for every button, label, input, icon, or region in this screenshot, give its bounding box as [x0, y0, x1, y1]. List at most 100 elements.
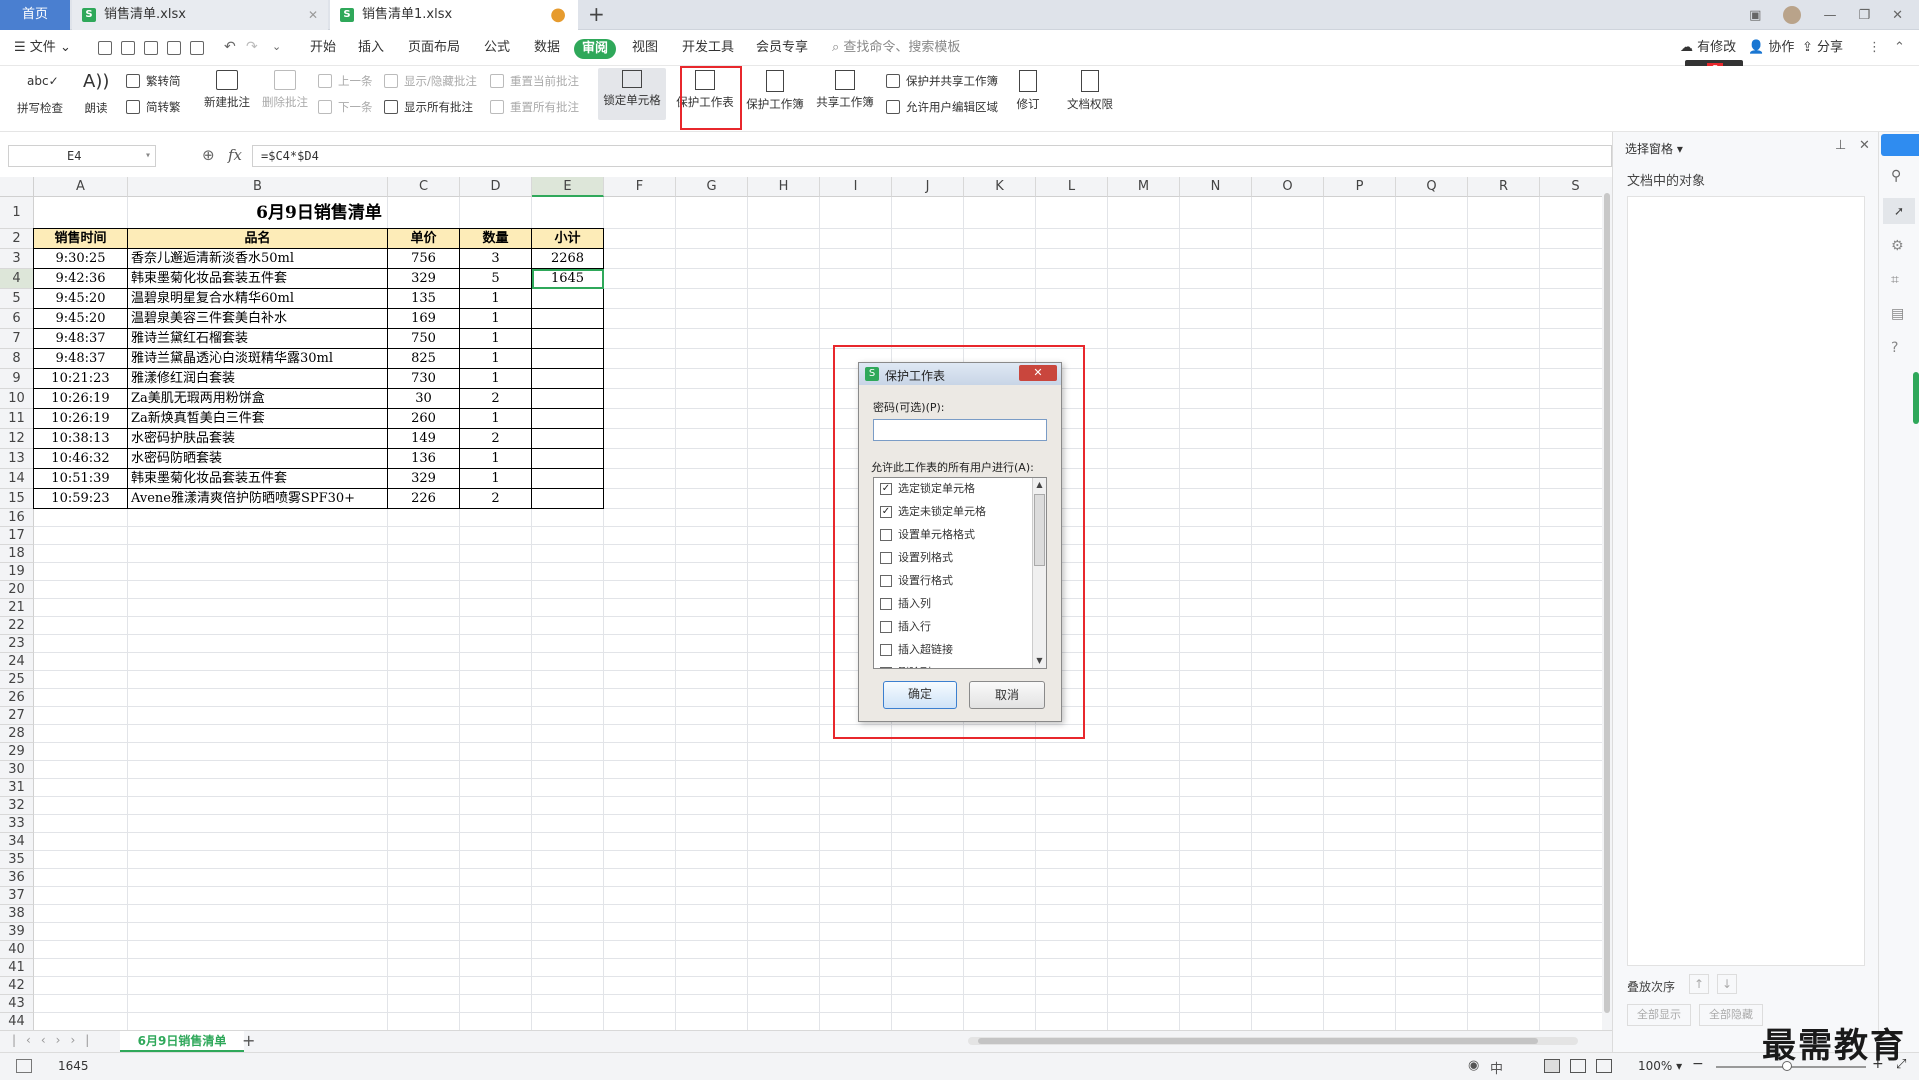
- new-comment-button[interactable]: 新建批注: [200, 70, 254, 110]
- table-cell[interactable]: 雅诗兰黛红石榴套装: [128, 329, 388, 349]
- zoom-formula-icon[interactable]: ⊕: [202, 146, 215, 164]
- column-header[interactable]: K: [964, 177, 1036, 197]
- row-header[interactable]: 39: [0, 923, 34, 941]
- table-cell[interactable]: 10:59:23: [34, 489, 128, 509]
- row-header[interactable]: 30: [0, 761, 34, 779]
- hide-all-button[interactable]: 全部隐藏: [1699, 1004, 1763, 1026]
- horizontal-scrollbar[interactable]: [968, 1037, 1578, 1045]
- move-down-icon[interactable]: ↓: [1717, 974, 1737, 994]
- print-icon[interactable]: [167, 41, 181, 55]
- table-cell[interactable]: [532, 409, 604, 429]
- column-header[interactable]: A: [34, 177, 128, 197]
- zoom-level[interactable]: 100% ▾: [1638, 1059, 1682, 1073]
- row-header[interactable]: 1: [0, 197, 34, 229]
- table-cell[interactable]: 温碧泉美容三件套美白补水: [128, 309, 388, 329]
- row-header[interactable]: 12: [0, 429, 34, 449]
- page-layout-view-icon[interactable]: [1570, 1059, 1586, 1073]
- row-header[interactable]: 40: [0, 941, 34, 959]
- column-header[interactable]: M: [1108, 177, 1180, 197]
- table-cell[interactable]: 10:51:39: [34, 469, 128, 489]
- column-header[interactable]: H: [748, 177, 820, 197]
- table-cell[interactable]: 水密码护肤品套装: [128, 429, 388, 449]
- row-header[interactable]: 41: [0, 959, 34, 977]
- row-header[interactable]: 42: [0, 977, 34, 995]
- macro-icon[interactable]: [16, 1059, 32, 1073]
- row-header[interactable]: 19: [0, 563, 34, 581]
- close-window-icon[interactable]: ✕: [1892, 8, 1903, 23]
- column-header[interactable]: S: [1540, 177, 1602, 197]
- row-header[interactable]: 14: [0, 469, 34, 489]
- row-header[interactable]: 20: [0, 581, 34, 599]
- menu-developer[interactable]: 开发工具: [682, 30, 734, 66]
- print-preview-icon[interactable]: [190, 41, 204, 55]
- selection-pane-title[interactable]: 选择窗格 ▾: [1625, 140, 1683, 157]
- column-header[interactable]: L: [1036, 177, 1108, 197]
- table-cell[interactable]: 10:46:32: [34, 449, 128, 469]
- table-cell[interactable]: [532, 429, 604, 449]
- collab-button[interactable]: 👤 协作: [1748, 30, 1794, 66]
- row-header[interactable]: 2: [0, 229, 34, 249]
- table-cell[interactable]: 9:30:25: [34, 249, 128, 269]
- menu-view[interactable]: 视图: [632, 30, 658, 66]
- settings-sliders-icon[interactable]: ⚙: [1891, 238, 1904, 254]
- table-cell[interactable]: Za美肌无瑕两用粉饼盒: [128, 389, 388, 409]
- close-pane-icon[interactable]: ✕: [1859, 138, 1870, 153]
- cloud-icon[interactable]: [1881, 134, 1919, 156]
- zoom-out-icon[interactable]: −: [1692, 1056, 1704, 1072]
- table-cell[interactable]: 10:26:19: [34, 389, 128, 409]
- input-lang-icon[interactable]: 中: [1490, 1058, 1503, 1077]
- table-cell[interactable]: 825: [388, 349, 460, 369]
- menu-insert[interactable]: 插入: [358, 30, 384, 66]
- table-cell[interactable]: 149: [388, 429, 460, 449]
- row-header[interactable]: 34: [0, 833, 34, 851]
- column-header[interactable]: O: [1252, 177, 1324, 197]
- table-cell[interactable]: 1: [460, 349, 532, 369]
- add-sheet-icon[interactable]: +: [242, 1031, 255, 1050]
- table-cell[interactable]: 2: [460, 389, 532, 409]
- column-header[interactable]: I: [820, 177, 892, 197]
- show-all-button[interactable]: 全部显示: [1627, 1004, 1691, 1026]
- row-header[interactable]: 4: [0, 269, 34, 289]
- table-cell[interactable]: 169: [388, 309, 460, 329]
- show-all-comments-button[interactable]: 显示所有批注: [384, 98, 473, 116]
- redo-icon[interactable]: ↷: [246, 39, 258, 55]
- row-header[interactable]: 28: [0, 725, 34, 743]
- table-cell[interactable]: 9:45:20: [34, 309, 128, 329]
- pointer-icon[interactable]: ➚: [1883, 198, 1915, 224]
- command-search[interactable]: ⌕ 查找命令、搜索模板: [832, 30, 960, 66]
- column-header[interactable]: Q: [1396, 177, 1468, 197]
- column-header[interactable]: C: [388, 177, 460, 197]
- table-cell[interactable]: 136: [388, 449, 460, 469]
- row-header[interactable]: 43: [0, 995, 34, 1013]
- column-header[interactable]: F: [604, 177, 676, 197]
- row-header[interactable]: 31: [0, 779, 34, 797]
- row-header[interactable]: 6: [0, 309, 34, 329]
- tab-home[interactable]: 首页: [0, 0, 70, 30]
- row-header[interactable]: 10: [0, 389, 34, 409]
- table-cell[interactable]: 雅诗兰黛晶透沁白淡斑精华露30ml: [128, 349, 388, 369]
- table-cell[interactable]: 5: [460, 269, 532, 289]
- table-cell[interactable]: 韩束墨菊化妆品套装五件套: [128, 469, 388, 489]
- link-icon[interactable]: ⚲: [1891, 168, 1901, 184]
- avatar[interactable]: [1783, 6, 1802, 24]
- table-cell[interactable]: [532, 329, 604, 349]
- row-header[interactable]: 13: [0, 449, 34, 469]
- new-tab-plus-icon[interactable]: +: [588, 2, 605, 26]
- column-header[interactable]: P: [1324, 177, 1396, 197]
- column-header[interactable]: G: [676, 177, 748, 197]
- collapse-ribbon-icon[interactable]: ⌃: [1894, 30, 1905, 66]
- row-header[interactable]: 3: [0, 249, 34, 269]
- file-menu[interactable]: ☰ 文件 ⌄: [14, 30, 71, 66]
- table-cell[interactable]: 226: [388, 489, 460, 509]
- share-workbook-button[interactable]: 共享工作簿: [812, 70, 878, 110]
- minimize-icon[interactable]: —: [1823, 8, 1836, 23]
- row-header[interactable]: 22: [0, 617, 34, 635]
- table-cell[interactable]: 260: [388, 409, 460, 429]
- menu-member[interactable]: 会员专享: [756, 30, 808, 66]
- spell-check-button[interactable]: abc✓ 拼写检查: [10, 70, 70, 116]
- row-header[interactable]: 27: [0, 707, 34, 725]
- help-icon[interactable]: ?: [1891, 340, 1898, 356]
- row-header[interactable]: 36: [0, 869, 34, 887]
- table-cell[interactable]: [532, 369, 604, 389]
- select-all-corner[interactable]: [0, 177, 34, 197]
